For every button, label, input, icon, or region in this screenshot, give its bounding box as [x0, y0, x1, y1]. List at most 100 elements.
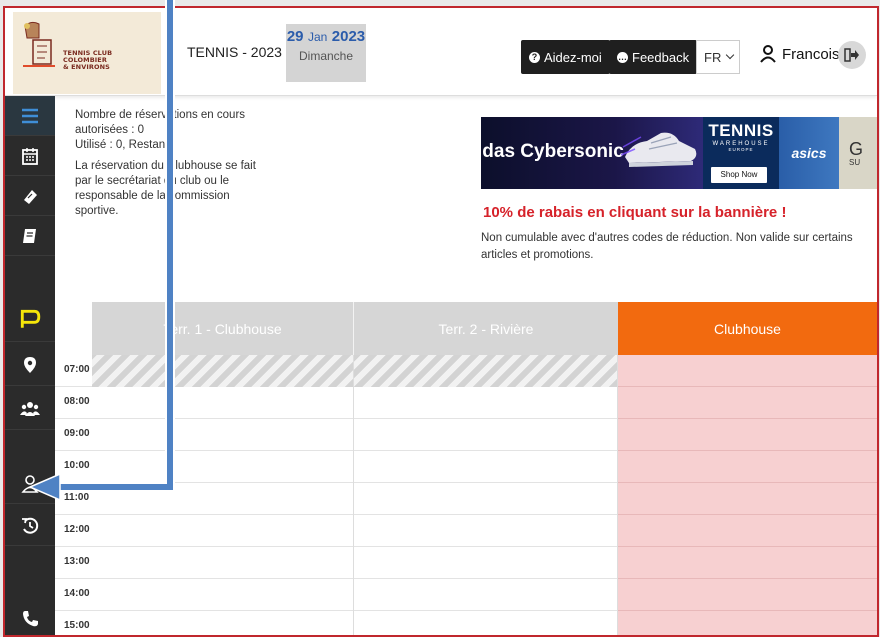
- language-select[interactable]: FR: [696, 40, 740, 74]
- sidebar-item-members[interactable]: [5, 388, 55, 430]
- time-label: 08:00: [64, 396, 90, 407]
- schedule-row: 15:00: [55, 611, 877, 635]
- question-icon: ?: [529, 51, 540, 63]
- club-logo-text: TENNIS CLUB COLOMBIER & ENVIRONS: [63, 50, 112, 71]
- sidebar-item-location[interactable]: [5, 344, 55, 386]
- time-label: 09:00: [64, 428, 90, 439]
- sidebar-item-parking[interactable]: [5, 296, 55, 342]
- schedule-rows: 07:00 08:00 09:00 10:00 11:00 12:00 13:00 14:00…: [55, 355, 877, 635]
- slot-cell-clubhouse[interactable]: [618, 355, 877, 387]
- ad-brand-title: TENNIS: [708, 121, 774, 140]
- slot-cell-court-2[interactable]: [354, 355, 618, 387]
- language-label: FR: [704, 49, 722, 65]
- date-day: 29: [286, 28, 304, 45]
- slot-cell-court-2[interactable]: [354, 451, 618, 483]
- promo-headline[interactable]: 10% de rabais en cliquant sur la bannièr…: [483, 204, 786, 221]
- feedback-button[interactable]: … Feedback: [609, 40, 698, 74]
- chevron-down-icon: [726, 50, 735, 60]
- slot-cell-clubhouse[interactable]: [618, 611, 877, 635]
- parking-icon: [20, 309, 41, 328]
- info-clubhouse-note: La réservation du Clubhouse se fait par …: [75, 160, 256, 217]
- slot-cell-court-2[interactable]: [354, 547, 618, 579]
- chat-bubble-icon: …: [617, 51, 628, 63]
- sidebar-item-phone[interactable]: [5, 599, 55, 635]
- date-year: 2023: [331, 28, 366, 45]
- club-logo[interactable]: TENNIS CLUB COLOMBIER & ENVIRONS: [13, 12, 161, 94]
- schedule-row: 12:00: [55, 515, 877, 547]
- ad-product-text: idas Cybersonic: [481, 141, 624, 162]
- date-weekday: Dimanche: [298, 49, 354, 63]
- help-button[interactable]: ? Aidez-moi: [521, 40, 610, 74]
- time-label: 11:00: [64, 492, 90, 503]
- slot-cell-court-2[interactable]: [354, 611, 618, 635]
- slot-cell-court-1[interactable]: [92, 451, 354, 483]
- slot-cell-court-1[interactable]: [92, 419, 354, 451]
- user-name: Francois: [782, 45, 840, 63]
- season-select[interactable]: TENNIS - 2023: [187, 44, 300, 60]
- user-icon: [21, 474, 39, 493]
- sidebar-item-tickets[interactable]: [5, 176, 55, 216]
- slot-cell-court-1[interactable]: [92, 387, 354, 419]
- reservation-info: Nombre de réservations en cours autorisé…: [75, 108, 275, 225]
- schedule-row: 14:00: [55, 579, 877, 611]
- slot-cell-clubhouse[interactable]: [618, 515, 877, 547]
- slot-cell-court-2[interactable]: [354, 579, 618, 611]
- slot-cell-court-1[interactable]: [92, 547, 354, 579]
- ticket-icon: [24, 189, 37, 204]
- user-menu[interactable]: Francois: [760, 45, 840, 63]
- time-label: 10:00: [64, 460, 90, 471]
- menu-icon: [22, 108, 38, 123]
- feedback-label: Feedback: [632, 49, 690, 65]
- slot-cell-clubhouse[interactable]: [618, 579, 877, 611]
- slot-cell-clubhouse[interactable]: [618, 483, 877, 515]
- top-bar: TENNIS CLUB COLOMBIER & ENVIRONS TENNIS …: [5, 8, 877, 96]
- slot-cell-court-1[interactable]: [92, 611, 354, 635]
- sidebar-menu-toggle[interactable]: [5, 96, 55, 136]
- logout-button[interactable]: [838, 41, 866, 69]
- schedule-row: 09:00: [55, 419, 877, 451]
- slot-cell-court-2[interactable]: [354, 419, 618, 451]
- ad-brand-region: EUROPE: [728, 147, 754, 152]
- app-window: TENNIS CLUB COLOMBIER & ENVIRONS TENNIS …: [3, 6, 879, 637]
- slot-cell-clubhouse[interactable]: [618, 451, 877, 483]
- club-logo-mark-icon: [23, 21, 55, 67]
- schedule-row: 13:00: [55, 547, 877, 579]
- time-label: 14:00: [64, 588, 90, 599]
- info-allowed-count: Nombre de réservations en cours autorisé…: [75, 109, 246, 136]
- ad-banner[interactable]: idas Cybersonic TENNIS WAREHOUSE EUROPE …: [481, 117, 877, 189]
- members-icon: [20, 401, 40, 416]
- slot-cell-court-2[interactable]: [354, 515, 618, 547]
- sidebar-item-calendar[interactable]: [5, 136, 55, 176]
- book-icon: [23, 228, 36, 243]
- phone-icon: [23, 611, 38, 627]
- schedule-row: 07:00: [55, 355, 877, 387]
- ad-extra-sub: SU: [849, 158, 861, 167]
- schedule-column-headers: Terr. 1 - Clubhouse Terr. 2 - Rivière Cl…: [92, 302, 877, 355]
- sidebar-item-history[interactable]: [5, 506, 55, 546]
- slot-cell-court-2[interactable]: [354, 387, 618, 419]
- schedule-row: 10:00: [55, 451, 877, 483]
- season-label: TENNIS - 2023: [187, 44, 282, 60]
- slot-cell-court-1[interactable]: [92, 515, 354, 547]
- slot-cell-clubhouse[interactable]: [618, 547, 877, 579]
- column-header-clubhouse[interactable]: Clubhouse: [618, 302, 877, 355]
- time-label: 12:00: [64, 524, 90, 535]
- ad-shop-now-button[interactable]: Shop Now: [711, 167, 767, 183]
- slot-cell-clubhouse[interactable]: [618, 387, 877, 419]
- slot-cell-court-1[interactable]: [92, 579, 354, 611]
- column-header-court-1[interactable]: Terr. 1 - Clubhouse: [92, 302, 354, 355]
- location-pin-icon: [24, 356, 36, 373]
- slot-cell-court-2[interactable]: [354, 483, 618, 515]
- slot-cell-clubhouse[interactable]: [618, 419, 877, 451]
- column-header-court-2[interactable]: Terr. 2 - Rivière: [354, 302, 618, 355]
- help-label: Aidez-moi: [544, 49, 602, 65]
- user-icon: [760, 45, 776, 63]
- schedule-row: 11:00: [55, 483, 877, 515]
- slot-cell-court-1[interactable]: [92, 355, 354, 387]
- date-picker[interactable]: 29 Jan 2023 Dimanche: [286, 24, 366, 82]
- slot-cell-court-1[interactable]: [92, 483, 354, 515]
- sidebar-item-book[interactable]: [5, 216, 55, 256]
- history-icon: [22, 517, 39, 534]
- logo-line-3: & ENVIRONS: [63, 63, 110, 71]
- sidebar-item-profile[interactable]: [5, 464, 55, 504]
